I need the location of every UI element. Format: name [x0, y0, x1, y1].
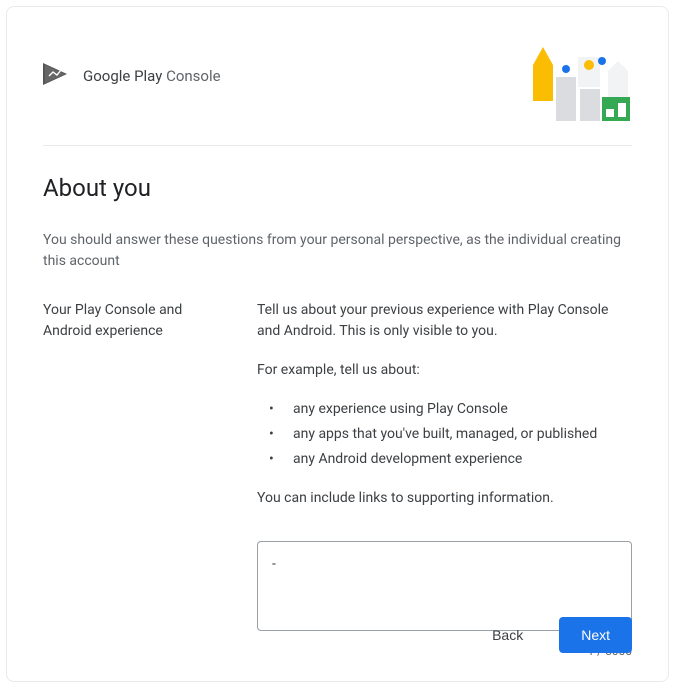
bullet-item: any experience using Play Console: [261, 399, 632, 420]
back-button[interactable]: Back: [480, 619, 535, 651]
bullet-item: any apps that you've built, managed, or …: [261, 424, 632, 445]
field-label: Your Play Console and Android experience: [43, 300, 233, 660]
brand: Google Play Console: [43, 63, 221, 89]
decorative-illustration: [522, 39, 632, 125]
field-content: Tell us about your previous experience w…: [257, 300, 632, 660]
play-console-icon: [43, 63, 73, 89]
bullet-item: any Android development experience: [261, 449, 632, 470]
field-bullets: any experience using Play Console any ap…: [257, 399, 632, 470]
experience-field: Your Play Console and Android experience…: [43, 300, 632, 660]
field-intro: Tell us about your previous experience w…: [257, 300, 632, 342]
signup-card: Google Play Console About you You: [6, 6, 669, 682]
page-title: About you: [43, 174, 632, 202]
field-closing: You can include links to supporting info…: [257, 488, 632, 509]
divider: [43, 145, 632, 146]
header: Google Play Console: [43, 39, 632, 125]
field-example-lead: For example, tell us about:: [257, 360, 632, 381]
footer-actions: Back Next: [480, 617, 632, 653]
brand-text: Google Play Console: [83, 67, 221, 85]
page-subtitle: You should answer these questions from y…: [43, 230, 632, 272]
next-button[interactable]: Next: [559, 617, 632, 653]
